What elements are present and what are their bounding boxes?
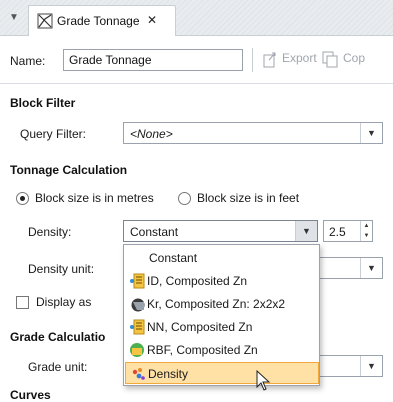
dropdown-option-id-composited-zn[interactable]: ID, Composited Zn bbox=[125, 270, 319, 292]
option-label: NN, Composited Zn bbox=[147, 320, 253, 334]
nn-estimator-icon bbox=[130, 319, 145, 335]
option-label: ID, Composited Zn bbox=[147, 274, 248, 288]
radio-block-size-metres[interactable] bbox=[16, 192, 29, 205]
spin-arrows-icon[interactable]: ▲ ▼ bbox=[360, 221, 372, 241]
density-dropdown-list: Constant ID, Composited Zn Kr, Composite… bbox=[123, 244, 320, 386]
curves-title: Curves bbox=[10, 388, 51, 402]
mouse-pointer-icon bbox=[256, 370, 271, 391]
chevron-down-icon: ▼ bbox=[360, 258, 382, 278]
export-button[interactable]: Export bbox=[262, 50, 317, 70]
density-number: 2.5 bbox=[329, 225, 346, 239]
dropdown-option-nn-composited-zn[interactable]: NN, Composited Zn bbox=[125, 316, 319, 338]
grade-unit-label: Grade unit: bbox=[28, 360, 88, 374]
density-select[interactable]: Constant ▼ bbox=[123, 220, 318, 242]
density-unit-label: Density unit: bbox=[28, 262, 95, 276]
name-field[interactable] bbox=[63, 49, 243, 71]
tab-label: Grade Tonnage bbox=[57, 14, 140, 28]
option-label: Constant bbox=[149, 251, 198, 265]
tab-grade-tonnage[interactable]: Grade Tonnage ✕ bbox=[28, 5, 176, 36]
option-label: RBF, Composited Zn bbox=[147, 343, 258, 357]
density-value-spinbox[interactable]: 2.5 ▲ ▼ bbox=[323, 220, 373, 242]
query-filter-value: <None> bbox=[130, 127, 173, 141]
export-icon bbox=[263, 52, 276, 68]
chevron-down-icon: ▼ bbox=[360, 356, 382, 376]
block-filter-title: Block Filter bbox=[10, 96, 76, 110]
tab-menu-button[interactable]: ▼ bbox=[6, 9, 22, 27]
option-label: Density bbox=[148, 367, 189, 381]
chevron-down-icon: ▼ bbox=[360, 123, 382, 143]
density-label: Density: bbox=[28, 225, 72, 239]
tab-strip: ▼ Grade Tonnage ✕ bbox=[0, 0, 393, 36]
rbf-estimator-icon bbox=[130, 343, 144, 357]
tonnage-calculation-title: Tonnage Calculation bbox=[10, 163, 128, 177]
kriging-estimator-icon bbox=[131, 298, 145, 312]
query-filter-label: Query Filter: bbox=[20, 127, 87, 141]
toolbar-separator bbox=[252, 48, 253, 72]
copy-icon bbox=[322, 51, 338, 68]
copy-label: Cop bbox=[343, 51, 366, 66]
display-as-checkbox[interactable] bbox=[16, 296, 29, 309]
name-toolbar: Name: Export Cop bbox=[0, 36, 393, 84]
density-icon bbox=[132, 368, 145, 380]
query-filter-select[interactable]: <None> ▼ bbox=[123, 122, 383, 144]
dropdown-option-kr-composited-zn[interactable]: Kr, Composited Zn: 2x2x2 bbox=[125, 293, 319, 315]
dropdown-option-density[interactable]: Density bbox=[125, 362, 319, 384]
option-label: Kr, Composited Zn: 2x2x2 bbox=[147, 297, 286, 311]
radio-block-size-feet[interactable] bbox=[178, 192, 191, 205]
radio-feet-label: Block size is in feet bbox=[197, 191, 300, 205]
radio-metres-label: Block size is in metres bbox=[35, 191, 154, 205]
dropdown-option-constant[interactable]: Constant bbox=[125, 247, 319, 269]
close-icon[interactable]: ✕ bbox=[147, 13, 157, 27]
grade-calculation-title: Grade Calculatio bbox=[10, 330, 106, 344]
id-estimator-icon bbox=[130, 273, 145, 289]
dropdown-option-rbf-composited-zn[interactable]: RBF, Composited Zn bbox=[125, 339, 319, 361]
grade-tonnage-icon bbox=[37, 13, 53, 29]
density-unit-select[interactable]: ▼ bbox=[318, 257, 383, 279]
grade-unit-select[interactable]: ▼ bbox=[318, 355, 383, 377]
name-label: Name: bbox=[10, 54, 46, 68]
display-as-label: Display as bbox=[36, 295, 92, 309]
chevron-down-icon: ▼ bbox=[295, 221, 317, 241]
density-select-value: Constant bbox=[130, 225, 179, 239]
export-label: Export bbox=[282, 51, 317, 66]
copy-button[interactable]: Cop bbox=[321, 50, 365, 70]
